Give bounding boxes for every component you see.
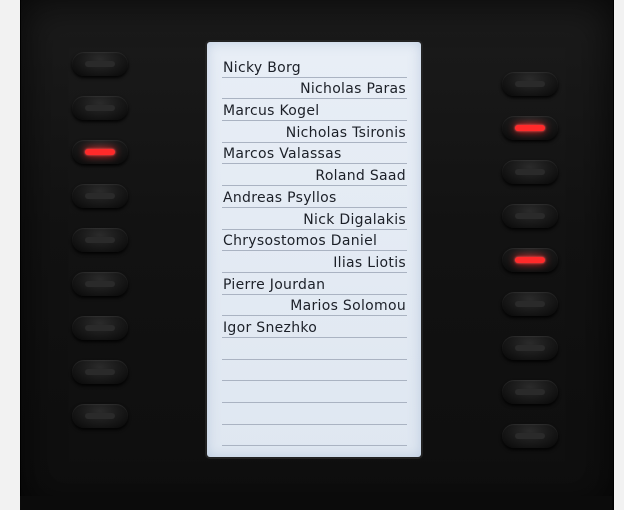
key-led-indicator	[85, 413, 115, 419]
directory-entry	[222, 425, 407, 447]
key-led-indicator	[515, 301, 545, 307]
directory-entry: Nicholas Tsironis	[222, 121, 407, 143]
entry-name: Ilias Liotis	[333, 254, 406, 271]
directory-list: Nicky Borg Nicholas Paras Marcus Kogel Nich…	[222, 56, 407, 447]
right-line-key-9[interactable]	[502, 424, 558, 448]
device-bottom-edge	[20, 496, 612, 510]
directory-entry	[222, 338, 407, 360]
lcd-screen: Nicky Borg Nicholas Paras Marcus Kogel Nich…	[207, 42, 421, 457]
left-line-key-9[interactable]	[72, 404, 128, 428]
entry-name: Marcos Valassas	[223, 146, 342, 163]
directory-entry	[222, 403, 407, 425]
directory-entry	[222, 360, 407, 382]
directory-entry: Igor Snezhko	[222, 316, 407, 338]
key-led-indicator	[85, 325, 115, 331]
key-led-indicator	[85, 237, 115, 243]
directory-entry	[222, 381, 407, 403]
directory-entry: Roland Saad	[222, 164, 407, 187]
right-line-key-8[interactable]	[502, 380, 558, 404]
right-line-key-2[interactable]	[502, 116, 558, 140]
left-line-key-5[interactable]	[72, 228, 128, 252]
key-led-indicator	[85, 369, 115, 375]
entry-name: Pierre Jourdan	[223, 276, 326, 293]
directory-entry: Nicholas Paras	[222, 78, 407, 100]
directory-entry: Andreas Psyllos	[222, 186, 407, 208]
entry-name: Roland Saad	[315, 168, 406, 185]
right-line-key-6[interactable]	[502, 292, 558, 316]
left-line-key-1[interactable]	[72, 52, 128, 76]
directory-entry: Marios Solomou	[222, 295, 407, 317]
key-led-indicator	[515, 257, 545, 263]
key-led-indicator	[85, 149, 115, 155]
directory-entry: Chrysostomos Daniel	[222, 230, 407, 252]
directory-entry: Marcos Valassas	[222, 143, 407, 165]
left-line-key-6[interactable]	[72, 272, 128, 296]
left-line-key-2[interactable]	[72, 96, 128, 120]
key-led-indicator	[515, 125, 545, 131]
left-line-key-4[interactable]	[72, 184, 128, 208]
directory-entry: Nicky Borg	[222, 56, 407, 78]
entry-name: Nicholas Paras	[300, 81, 406, 98]
directory-entry: Ilias Liotis	[222, 251, 407, 273]
entry-name: Chrysostomos Daniel	[223, 233, 378, 250]
left-line-key-3[interactable]	[72, 140, 128, 164]
left-line-key-8[interactable]	[72, 360, 128, 384]
key-led-indicator	[85, 61, 115, 67]
key-led-indicator	[515, 81, 545, 87]
key-led-indicator	[85, 193, 115, 199]
right-line-key-4[interactable]	[502, 204, 558, 228]
entry-name: Andreas Psyllos	[223, 189, 337, 206]
key-led-indicator	[515, 169, 545, 175]
right-line-key-3[interactable]	[502, 160, 558, 184]
entry-name: Igor Snezhko	[223, 319, 318, 336]
entry-name: Marios Solomou	[290, 298, 406, 315]
key-led-indicator	[515, 345, 545, 351]
directory-entry: Pierre Jourdan	[222, 273, 407, 295]
left-line-key-7[interactable]	[72, 316, 128, 340]
right-line-key-5[interactable]	[502, 248, 558, 272]
entry-name: Marcus Kogel	[223, 103, 320, 120]
key-led-indicator	[85, 281, 115, 287]
right-line-key-1[interactable]	[502, 72, 558, 96]
key-led-indicator	[515, 389, 545, 395]
key-led-indicator	[515, 213, 545, 219]
right-line-key-7[interactable]	[502, 336, 558, 360]
directory-entry: Nick Digalakis	[222, 208, 407, 230]
key-led-indicator	[515, 433, 545, 439]
directory-entry: Marcus Kogel	[222, 99, 407, 122]
entry-name: Nicky Borg	[223, 59, 301, 76]
entry-name: Nick Digalakis	[303, 211, 406, 228]
key-led-indicator	[85, 105, 115, 111]
entry-name: Nicholas Tsironis	[285, 124, 406, 141]
